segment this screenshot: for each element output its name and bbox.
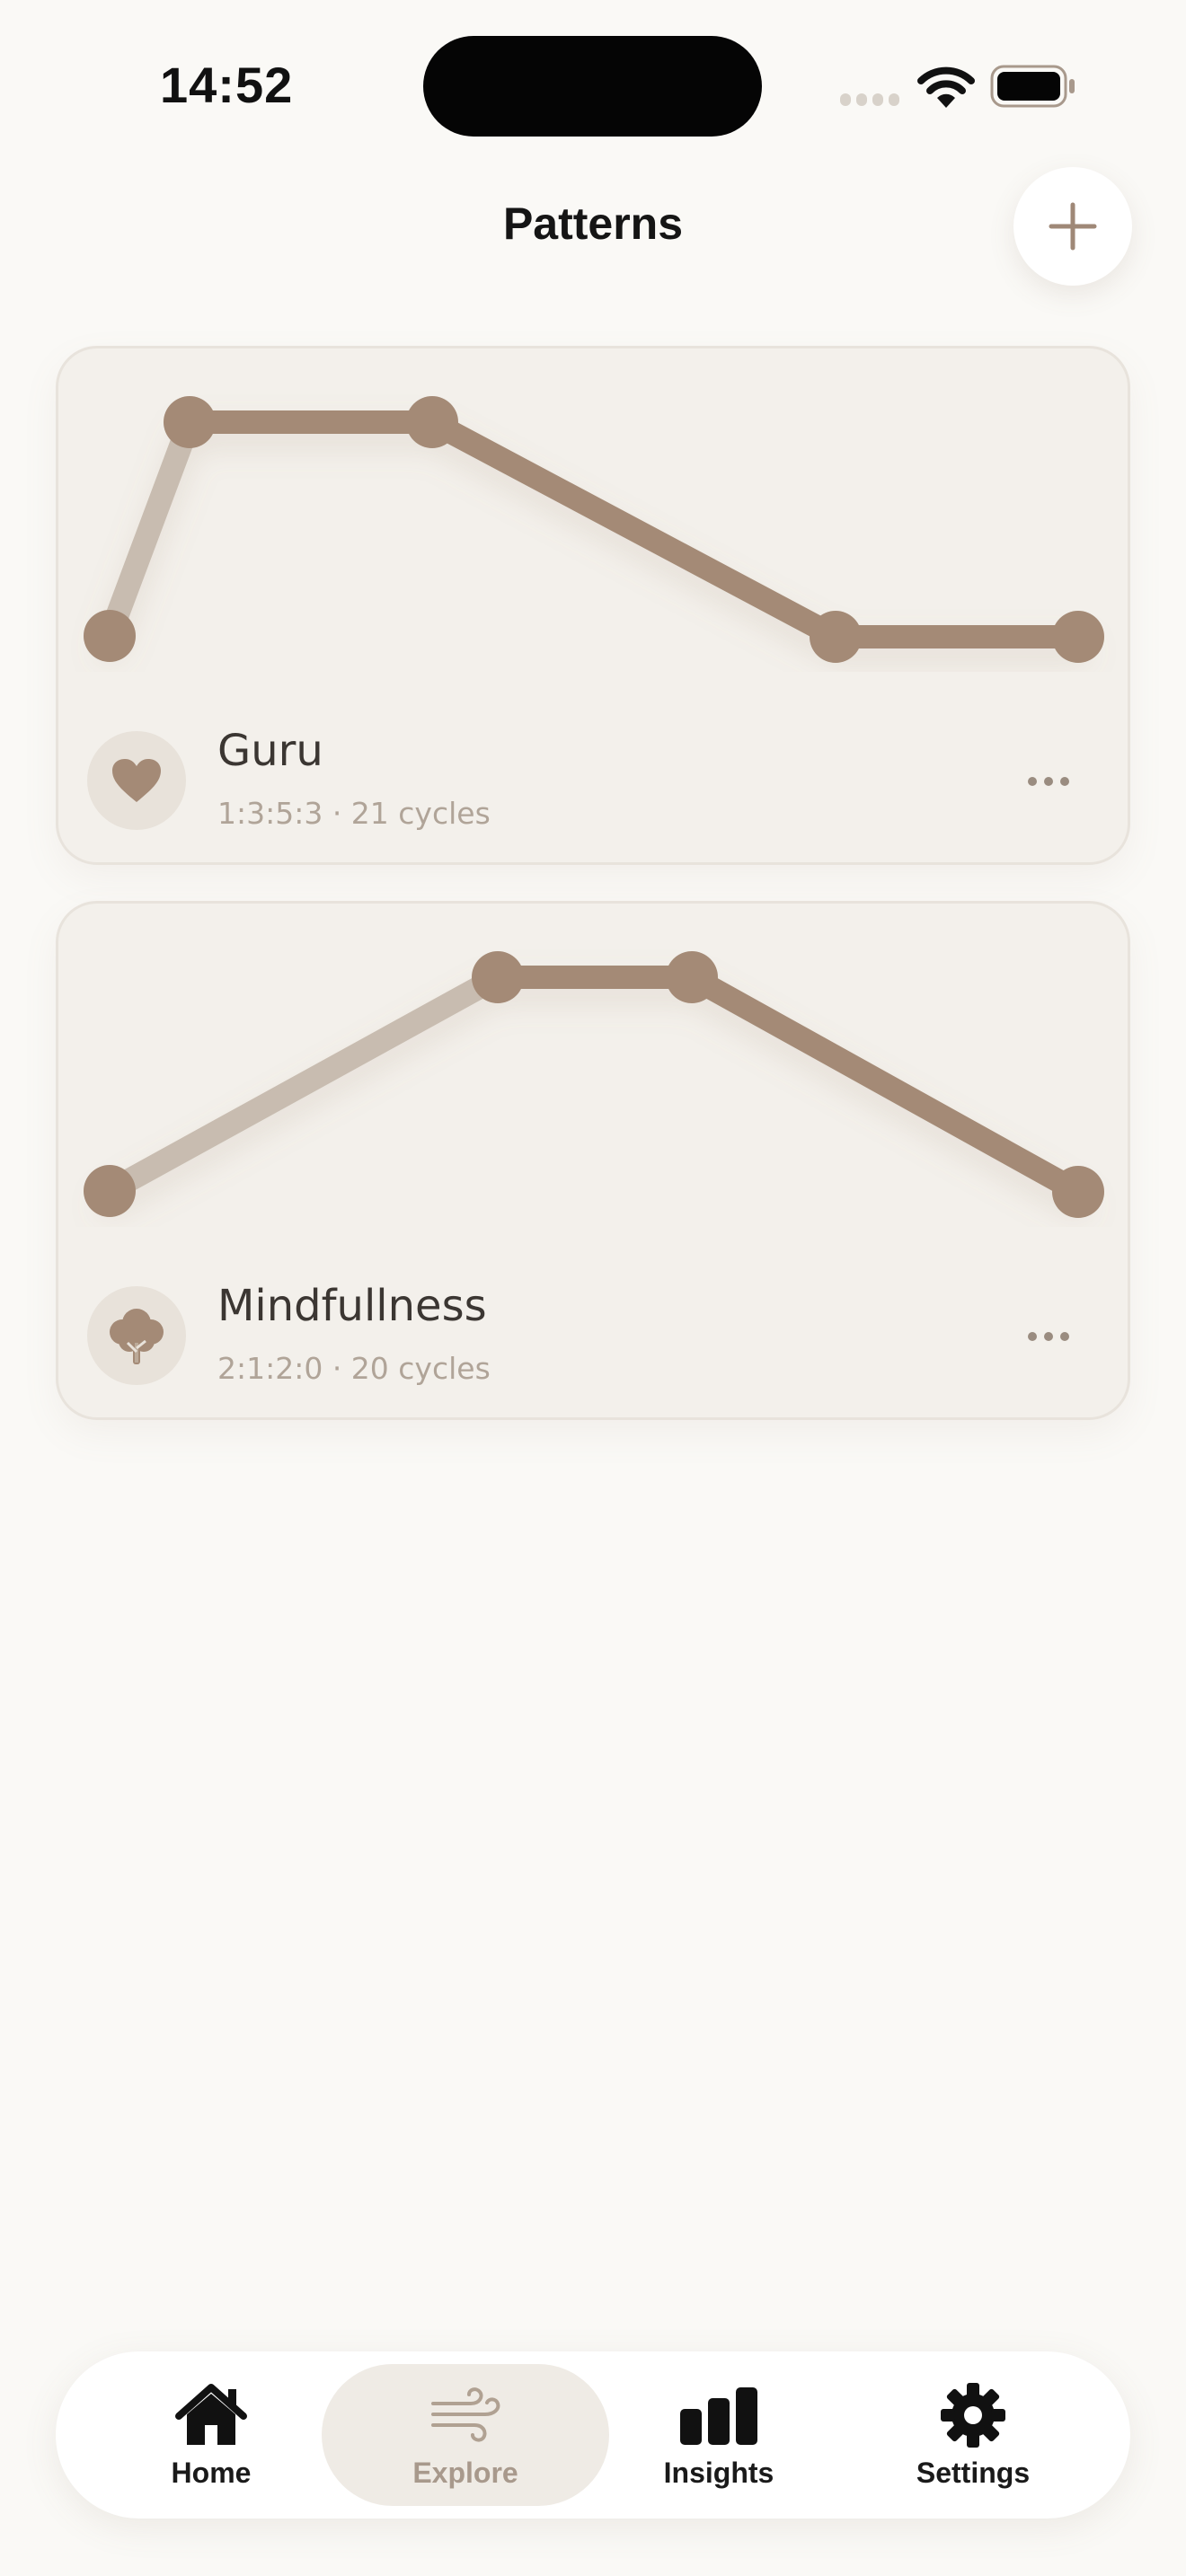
pattern-card-mindfullness[interactable]: Mindfullness 2:1:2:0 · 20 cycles bbox=[56, 901, 1130, 1420]
cellular-signal-icon bbox=[840, 93, 899, 106]
tab-label: Explore bbox=[412, 2456, 518, 2489]
pattern-chart bbox=[84, 396, 1104, 663]
tab-insights[interactable]: Insights bbox=[575, 2364, 863, 2506]
pattern-meta: 1:3:5:3 · 21 cycles bbox=[217, 796, 491, 831]
tab-home[interactable]: Home bbox=[67, 2364, 355, 2506]
house-icon bbox=[175, 2383, 247, 2445]
ellipsis-icon bbox=[1028, 1332, 1037, 1341]
tab-label: Settings bbox=[916, 2456, 1031, 2489]
more-options-button[interactable] bbox=[1014, 1310, 1083, 1363]
page-title: Patterns bbox=[502, 198, 684, 249]
inhale-segment bbox=[98, 966, 509, 1203]
chart-point bbox=[164, 396, 216, 448]
heart-icon bbox=[112, 759, 161, 802]
wind-icon bbox=[431, 2386, 500, 2442]
screen: 14:52 Patterns Guru 1:3:5:3 · 21 cycles … bbox=[0, 0, 1186, 2576]
more-options-button[interactable] bbox=[1014, 754, 1083, 808]
pattern-meta: 2:1:2:0 · 20 cycles bbox=[217, 1351, 491, 1386]
dynamic-island bbox=[423, 36, 762, 137]
pattern-icon-badge bbox=[87, 731, 186, 830]
exhale-segment bbox=[420, 410, 847, 648]
chart-point bbox=[406, 396, 458, 448]
gear-icon bbox=[941, 2382, 1005, 2448]
chart-point bbox=[84, 610, 136, 662]
chart-point bbox=[1052, 611, 1104, 663]
battery-icon bbox=[990, 65, 1075, 108]
chart-point bbox=[84, 1165, 136, 1217]
inhale-segment bbox=[98, 410, 201, 648]
chart-point bbox=[666, 951, 718, 1003]
tab-bar: Home Explore Insights Settings bbox=[56, 2351, 1130, 2519]
status-time: 14:52 bbox=[160, 57, 294, 113]
tab-settings[interactable]: Settings bbox=[829, 2364, 1117, 2506]
pattern-chart bbox=[84, 951, 1104, 1218]
wifi-icon bbox=[917, 66, 975, 108]
tree-icon bbox=[110, 1309, 164, 1364]
bar-chart-icon bbox=[680, 2386, 757, 2445]
add-pattern-button[interactable] bbox=[1013, 167, 1132, 286]
tab-explore[interactable]: Explore bbox=[322, 2364, 609, 2506]
chart-point bbox=[810, 611, 862, 663]
exhale-segment bbox=[680, 966, 1090, 1204]
tab-label: Home bbox=[171, 2456, 252, 2489]
pattern-icon-badge bbox=[87, 1286, 186, 1385]
chart-point bbox=[1052, 1166, 1104, 1218]
tab-label: Insights bbox=[663, 2456, 774, 2489]
pattern-name: Mindfullness bbox=[217, 1281, 487, 1331]
ellipsis-icon bbox=[1028, 777, 1037, 786]
pattern-card-guru[interactable]: Guru 1:3:5:3 · 21 cycles bbox=[56, 346, 1130, 865]
pattern-name: Guru bbox=[217, 726, 323, 776]
chart-point bbox=[472, 951, 524, 1003]
plus-icon bbox=[1049, 202, 1097, 251]
